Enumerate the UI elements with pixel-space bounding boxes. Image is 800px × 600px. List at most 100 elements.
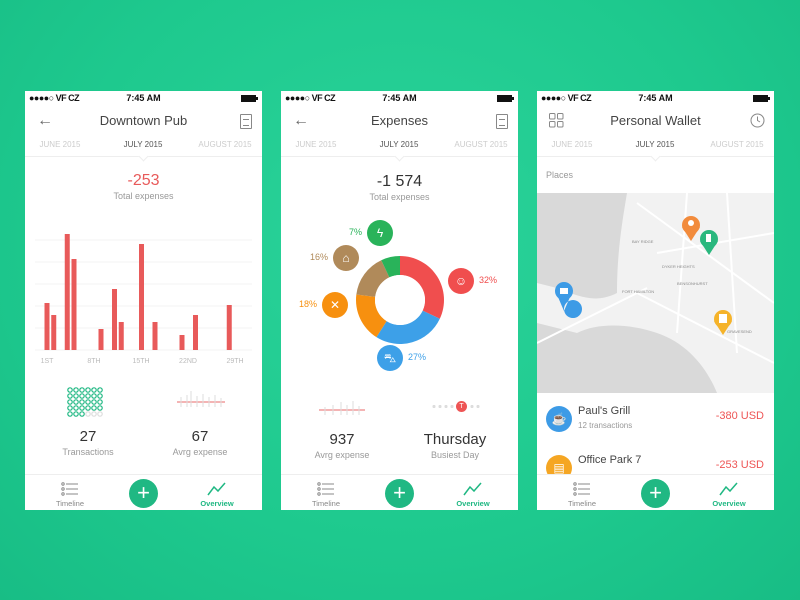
grid-icon[interactable] — [549, 113, 564, 128]
screen-downtown-pub: ●●●●○ VF CZ 7:45 AM ← Downtown Pub JUNE 2… — [25, 91, 262, 510]
nav-overview[interactable]: Overview — [709, 481, 749, 508]
transaction-dot — [73, 399, 79, 405]
places-map[interactable]: BAY RIDGE DYKER HEIGHTS FORT HAMILTON BENSO… — [537, 193, 774, 393]
nav-overview[interactable]: Overview — [453, 481, 493, 508]
back-arrow-icon[interactable]: ← — [37, 113, 53, 129]
transaction-dot — [85, 393, 91, 399]
add-button[interactable]: + — [641, 479, 670, 508]
bar[interactable] — [152, 322, 158, 350]
nav-label: Overview — [456, 499, 490, 508]
transaction-dot — [79, 411, 85, 417]
food-icon[interactable]: ✕ — [322, 292, 348, 318]
weekday-dot-icon — [431, 405, 457, 408]
nav-overview[interactable]: Overview — [197, 481, 237, 508]
slice-percent-label: 27% — [408, 352, 427, 362]
map-label: DYKER HEIGHTS — [662, 264, 695, 269]
stat-label: Avrg expense — [172, 447, 228, 457]
list-icon — [573, 482, 590, 496]
place-transactions: 12 transactions — [578, 421, 633, 430]
x-tick-label: 1ST — [41, 358, 55, 365]
home-icon[interactable]: ⌂ — [333, 245, 359, 271]
donut-chart — [356, 256, 444, 344]
transaction-dot — [67, 393, 73, 399]
nav-timeline[interactable]: Timeline — [50, 481, 90, 508]
tab-august[interactable]: AUGUST 2015 — [697, 140, 774, 149]
transaction-dot — [97, 405, 103, 411]
stat-label: Transactions — [62, 447, 114, 457]
add-button[interactable]: + — [129, 479, 158, 508]
transaction-dot — [97, 411, 103, 417]
transaction-dot — [97, 387, 103, 393]
bar[interactable] — [51, 315, 57, 350]
tab-june[interactable]: JUNE 2015 — [537, 140, 612, 149]
total-value: -253 — [127, 172, 160, 189]
stat-value: 937 — [329, 431, 355, 448]
document-icon[interactable] — [240, 114, 252, 129]
tab-june[interactable]: JUNE 2015 — [25, 140, 100, 149]
transaction-dot — [67, 387, 73, 393]
map-label: FORT HAMILTON — [622, 289, 654, 294]
bar[interactable] — [226, 305, 232, 350]
transaction-dot — [73, 411, 79, 417]
transaction-dot — [91, 399, 97, 405]
slice-percent-label: 7% — [348, 227, 362, 237]
bar[interactable] — [112, 289, 117, 350]
energy-icon[interactable]: ϟ — [367, 220, 393, 246]
list-icon — [317, 482, 334, 496]
transaction-dot — [67, 405, 73, 411]
bar[interactable] — [118, 322, 124, 350]
tab-august[interactable]: AUGUST 2015 — [185, 140, 262, 149]
tab-july[interactable]: JULY 2015 — [103, 140, 183, 149]
bar[interactable] — [71, 259, 77, 350]
transaction-dot — [85, 411, 91, 417]
transaction-dot — [73, 405, 79, 411]
battery-icon — [241, 95, 258, 102]
avg-expense-sparkline-icon — [177, 391, 225, 407]
map-label: BAY RIDGE — [632, 239, 654, 244]
screen-personal-wallet: ●●●●○ VF CZ 7:45 AM Personal Wallet JUNE… — [537, 91, 774, 510]
restaurant-icon: ☕ — [546, 406, 572, 432]
tab-july[interactable]: JULY 2015 — [615, 140, 695, 149]
place-name: Office Park 7 — [578, 454, 642, 466]
x-tick-label: 29TH — [226, 358, 243, 365]
page-title: Downtown Pub — [99, 113, 188, 128]
slice-percent-label: 18% — [299, 299, 318, 309]
bottom-nav: Timeline + Overview — [281, 474, 518, 510]
donut-hole — [375, 275, 425, 325]
status-bar: ●●●●○ VF CZ 7:45 AM — [25, 91, 262, 105]
place-amount: -380 USD — [715, 410, 764, 422]
add-button[interactable]: + — [385, 479, 414, 508]
list-item-pauls-grill[interactable]: ☕ Paul's Grill 12 transactions -380 USD — [537, 402, 774, 446]
status-bar: ●●●●○ VF CZ 7:45 AM — [537, 91, 774, 105]
water-area — [537, 193, 627, 299]
stat-value: 27 — [79, 428, 97, 445]
map-label: GRAVESEND — [727, 329, 752, 334]
busiest-day-marker: T — [456, 401, 467, 412]
nav-timeline[interactable]: Timeline — [306, 481, 346, 508]
transaction-dot — [79, 399, 85, 405]
bar[interactable] — [44, 303, 50, 350]
list-icon — [61, 482, 78, 496]
map-label: BENSONHURST — [677, 281, 708, 286]
nav-timeline[interactable]: Timeline — [562, 481, 602, 508]
transaction-dot — [85, 387, 91, 393]
stat-label: Busiest Day — [430, 450, 480, 460]
trend-icon — [463, 482, 482, 496]
clock-icon[interactable] — [750, 113, 765, 128]
bottom-nav: Timeline + Overview — [537, 474, 774, 510]
bar[interactable] — [139, 244, 144, 350]
stat-avg-expense: 67 Avrg expense — [145, 428, 255, 457]
bottom-nav: Timeline + Overview — [25, 474, 262, 510]
bar[interactable] — [64, 234, 70, 350]
bar[interactable] — [98, 329, 104, 350]
transaction-dot — [79, 393, 85, 399]
bar[interactable] — [193, 315, 198, 350]
transaction-dot — [79, 405, 85, 411]
car-icon[interactable]: ⛍ — [377, 345, 403, 371]
transaction-dot — [67, 399, 73, 405]
stat-busiest-day: Thursday Busiest Day — [400, 431, 510, 460]
month-tabs: JUNE 2015 JULY 2015 AUGUST 2015 — [537, 140, 774, 157]
trend-icon — [207, 482, 226, 496]
bar[interactable] — [179, 335, 185, 350]
user-icon[interactable]: ☺ — [448, 268, 474, 294]
